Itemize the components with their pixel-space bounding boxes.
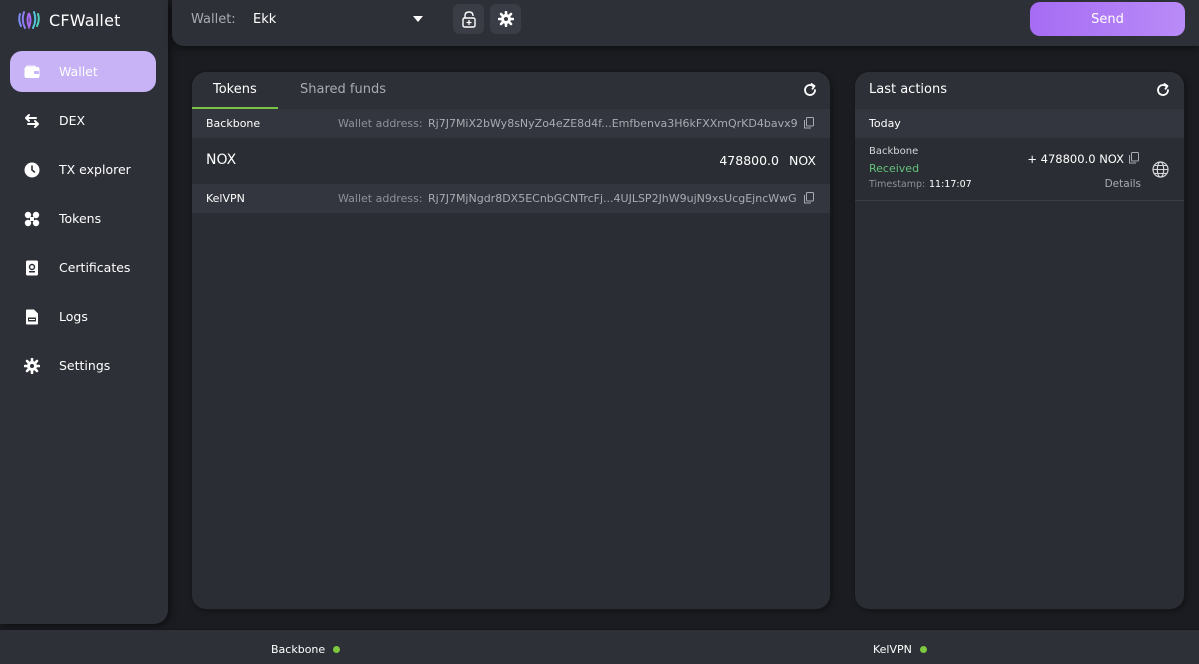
last-actions-header: Last actions [855, 72, 1184, 109]
token-row: NOX 478800.0 NOX [192, 138, 830, 184]
tokens-panel: Tokens Shared funds Backbone Wallet addr… [192, 72, 830, 609]
timestamp-label: Timestamp: [869, 179, 926, 190]
network-status-name: Backbone [271, 643, 326, 656]
log-file-icon [23, 308, 41, 326]
sidebar-item-label: TX explorer [59, 162, 131, 177]
app-logo: CFWallet [17, 8, 121, 32]
token-ticker: NOX [789, 153, 816, 168]
wallet-selector-label: Wallet: [191, 12, 236, 27]
day-label: Today [869, 117, 901, 130]
sidebar-item-label: Wallet [59, 64, 98, 79]
wallet-selector[interactable]: Ekk [253, 12, 276, 27]
certificate-icon [23, 259, 41, 277]
clock-icon [23, 161, 41, 179]
cfwallet-logo-icon [18, 11, 40, 30]
wallet-icon [23, 63, 41, 81]
network-status-name: KelVPN [873, 643, 912, 656]
last-actions-panel: Last actions Today Backbone Received Tim… [855, 72, 1184, 609]
action-item: Backbone Received Timestamp: 11:17:07 + … [855, 138, 1184, 201]
wallet-address-label: Wallet address: [338, 192, 423, 205]
sidebar: CFWallet Wallet DEX TX explorer Tokens C… [0, 0, 168, 624]
day-group-header: Today [855, 109, 1184, 138]
sidebar-item-certificates[interactable]: Certificates [10, 247, 156, 288]
tab-shared-funds[interactable]: Shared funds [300, 82, 386, 97]
sidebar-item-settings[interactable]: Settings [10, 345, 156, 386]
lock-icon [461, 11, 476, 28]
sidebar-item-label: Certificates [59, 260, 131, 275]
lock-wallet-button[interactable] [453, 4, 484, 34]
network-row-backbone: Backbone Wallet address: Rj7J7MiX2bWy8sN… [192, 109, 830, 138]
copy-icon[interactable] [1128, 152, 1140, 164]
wallet-address: Rj7J7MjNgdr8DX5ECnbGCNTrcFj...4UJLSP2JhW… [428, 192, 797, 205]
refresh-icon[interactable] [802, 82, 818, 98]
timestamp-value: 11:17:07 [929, 179, 972, 190]
tokens-tabs: Tokens Shared funds [192, 72, 830, 109]
status-dot-icon [919, 646, 927, 653]
status-item-kelvpn: KelVPN [873, 643, 927, 656]
tokens-icon [23, 210, 41, 228]
gear-icon [497, 11, 514, 27]
app-name: CFWallet [49, 10, 121, 30]
status-dot-icon [333, 646, 341, 653]
refresh-icon[interactable] [1155, 82, 1171, 98]
sidebar-item-logs[interactable]: Logs [10, 296, 156, 337]
network-name: Backbone [206, 117, 261, 130]
sidebar-item-tokens[interactable]: Tokens [10, 198, 156, 239]
chevron-down-icon[interactable] [413, 16, 423, 22]
details-link[interactable]: Details [1105, 178, 1141, 190]
sidebar-item-label: Tokens [59, 211, 102, 226]
send-button[interactable]: Send [1030, 2, 1185, 36]
action-network: Backbone [869, 146, 919, 157]
top-bar: Wallet: Ekk Send [172, 0, 1199, 46]
sidebar-nav: Wallet DEX TX explorer Tokens Certificat… [10, 51, 156, 394]
globe-icon[interactable] [1152, 161, 1169, 178]
gear-icon [23, 357, 41, 375]
last-actions-title: Last actions [869, 82, 947, 97]
sidebar-item-dex[interactable]: DEX [10, 100, 156, 141]
copy-icon[interactable] [803, 117, 815, 129]
token-name: NOX [206, 152, 237, 168]
network-name: KelVPN [206, 192, 245, 205]
token-amount: 478800.0 [719, 153, 779, 168]
network-row-kelvpn: KelVPN Wallet address: Rj7J7MjNgdr8DX5EC… [192, 184, 830, 213]
wallet-address: Rj7J7MiX2bWy8sNyZo4eZE8d4f...Emfbenva3H6… [428, 117, 798, 130]
sidebar-item-label: DEX [59, 113, 86, 128]
action-status: Received [869, 162, 920, 175]
wallet-settings-button[interactable] [490, 4, 521, 34]
exchange-arrows-icon [23, 112, 41, 130]
sidebar-item-tx-explorer[interactable]: TX explorer [10, 149, 156, 190]
copy-icon[interactable] [803, 192, 815, 204]
sidebar-item-wallet[interactable]: Wallet [10, 51, 156, 92]
wallet-address-label: Wallet address: [338, 117, 423, 130]
status-item-backbone: Backbone [271, 643, 341, 656]
status-bar: Backbone KelVPN [0, 629, 1199, 664]
tab-tokens[interactable]: Tokens [213, 82, 257, 97]
sidebar-item-label: Settings [59, 358, 111, 373]
sidebar-item-label: Logs [59, 309, 88, 324]
action-amount: + 478800.0 NOX [1027, 152, 1124, 166]
